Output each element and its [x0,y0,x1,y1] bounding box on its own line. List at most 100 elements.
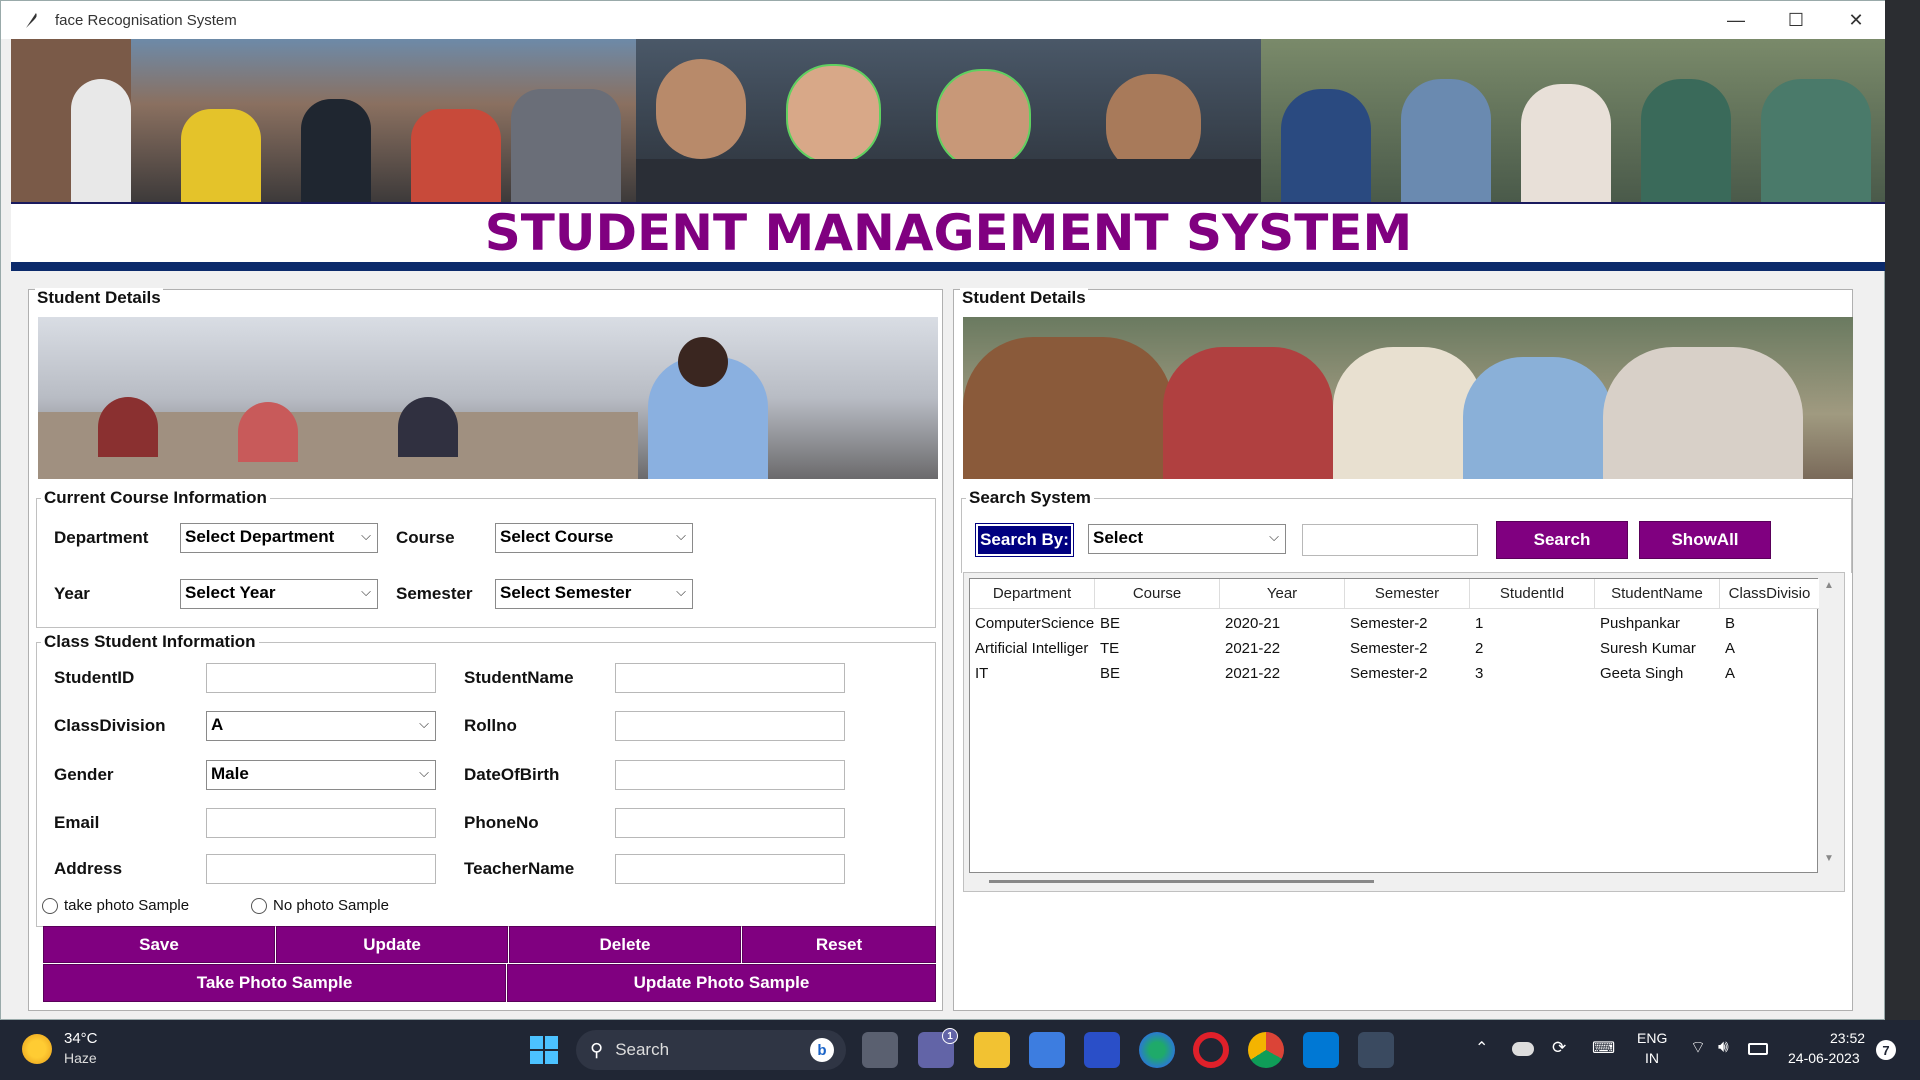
take-photo-sample-button[interactable]: Take Photo Sample [43,964,506,1002]
chevron-down-icon: ⌵ [1269,529,1279,544]
right-student-details-frame: Student Details Search System Search By:… [953,288,1853,1011]
table-cell: Geeta Singh [1600,665,1684,682]
volume-icon[interactable]: 🔊︎ [1718,1037,1729,1057]
teacher-input[interactable] [615,854,845,884]
chevron-down-icon: ⌵ [676,528,686,543]
maximize-button[interactable]: ☐ [1766,1,1826,39]
vscode-icon[interactable] [1303,1032,1339,1068]
taskbar-search-label: Search [615,1040,670,1059]
python-app-icon[interactable] [1358,1032,1394,1068]
weather-desc[interactable]: Haze [64,1050,97,1066]
table-row[interactable]: Artificial Intelliger TE 2021-22 Semeste… [970,636,1819,661]
scroll-up-icon[interactable]: ▲ [1824,580,1834,591]
table-cell: Semester-2 [1350,640,1428,657]
email-input[interactable] [206,808,436,838]
language-label[interactable]: ENG [1637,1030,1667,1046]
update-button[interactable]: Update [276,926,508,963]
delete-button[interactable]: Delete [509,926,741,963]
column-header[interactable]: Year [1220,579,1345,609]
clock-date[interactable]: 24-06-2023 [1788,1050,1860,1066]
wifi-icon[interactable]: ⌔ [1690,1037,1706,1058]
teams-icon[interactable]: 1 [918,1028,958,1068]
column-header[interactable]: Course [1095,579,1220,609]
year-combo[interactable]: Select Year ⌵ [180,579,378,609]
search-button[interactable]: Search [1496,521,1628,559]
background-editor [1885,0,1920,1020]
onedrive-icon[interactable] [1512,1042,1534,1056]
column-header[interactable]: StudentId [1470,579,1595,609]
table-cell: Semester-2 [1350,615,1428,632]
weather-temp[interactable]: 34°C [64,1030,98,1047]
phone-input[interactable] [615,808,845,838]
address-label: Address [54,859,123,878]
minimize-button[interactable]: — [1706,1,1766,39]
pen-app-icon[interactable] [1084,1032,1120,1068]
course-info-group: Current Course Information Department Se… [36,488,936,628]
region-label[interactable]: IN [1645,1050,1659,1066]
vertical-scrollbar[interactable]: ▲ ▼ [1820,578,1838,873]
column-header[interactable]: Department [970,579,1095,609]
class-group-label: Class Student Information [41,632,259,652]
chevron-down-icon: ⌵ [361,584,371,599]
clock-time[interactable]: 23:52 [1830,1030,1865,1046]
students-photo [963,317,1853,479]
windows-start-icon[interactable] [526,1032,562,1068]
chevron-up-icon[interactable]: ⌃ [1475,1038,1488,1058]
table-cell: 2021-22 [1225,665,1281,682]
semester-combo[interactable]: Select Semester ⌵ [495,579,693,609]
update-photo-sample-button[interactable]: Update Photo Sample [507,964,936,1002]
chevron-down-icon: ⌵ [361,528,371,543]
rollno-input[interactable] [615,711,845,741]
close-button[interactable]: ✕ [1826,1,1886,39]
title-bar: face Recognisation System — ☐ ✕ [1,1,1886,39]
right-frame-label: Student Details [960,288,1088,308]
store-icon[interactable] [1029,1032,1065,1068]
column-header[interactable]: Semester [1345,579,1470,609]
save-button[interactable]: Save [43,926,275,963]
column-header[interactable]: StudentName [1595,579,1720,609]
scroll-down-icon[interactable]: ▼ [1824,853,1834,864]
course-group-label: Current Course Information [41,488,270,508]
column-header[interactable]: ClassDivisio [1720,579,1819,609]
take-photo-radio[interactable]: take photo Sample [42,897,189,914]
scroll-thumb[interactable] [989,880,1374,883]
reset-button[interactable]: Reset [742,926,936,963]
task-view-icon[interactable] [862,1032,898,1068]
table-row[interactable]: IT BE 2021-22 Semester-2 3 Geeta Singh A [970,661,1819,686]
studentname-input[interactable] [615,663,845,693]
gender-combo[interactable]: Male ⌵ [206,760,436,790]
teams-badge: 1 [942,1028,958,1044]
keyboard-icon[interactable]: ⌨ [1592,1038,1615,1058]
taskbar-search[interactable]: ⚲ Search b [576,1030,846,1070]
search-group-label: Search System [966,488,1094,508]
classdivision-combo[interactable]: A ⌵ [206,711,436,741]
search-by-combo[interactable]: Select ⌵ [1088,524,1286,554]
showall-button[interactable]: ShowAll [1639,521,1771,559]
weather-icon[interactable] [22,1034,52,1064]
chrome-icon[interactable] [1248,1032,1284,1068]
no-photo-radio[interactable]: No photo Sample [251,897,389,914]
chevron-down-icon: ⌵ [419,765,429,780]
email-label: Email [54,813,100,832]
edge-icon[interactable] [1139,1032,1175,1068]
table-cell: ComputerScience [975,615,1095,632]
title-strip: STUDENT MANAGEMENT SYSTEM [11,202,1886,262]
course-combo[interactable]: Select Course ⌵ [495,523,693,553]
notification-badge[interactable]: 7 [1876,1040,1896,1060]
table-row[interactable]: ComputerScience BE 2020-21 Semester-2 1 … [970,611,1819,636]
sync-icon[interactable]: ⟳ [1552,1038,1566,1058]
semester-label: Semester [396,584,473,603]
search-input[interactable] [1302,524,1478,556]
horizontal-scrollbar[interactable] [969,875,1818,889]
file-explorer-icon[interactable] [974,1032,1010,1068]
studentid-input[interactable] [206,663,436,693]
battery-icon[interactable] [1748,1043,1768,1055]
opera-icon[interactable] [1193,1032,1229,1068]
bing-icon[interactable]: b [810,1038,834,1062]
chevron-down-icon: ⌵ [419,716,429,731]
student-table[interactable]: Department Course Year Semester StudentI… [969,578,1819,873]
department-combo[interactable]: Select Department ⌵ [180,523,378,553]
dob-input[interactable] [615,760,845,790]
table-cell: 2021-22 [1225,640,1281,657]
address-input[interactable] [206,854,436,884]
